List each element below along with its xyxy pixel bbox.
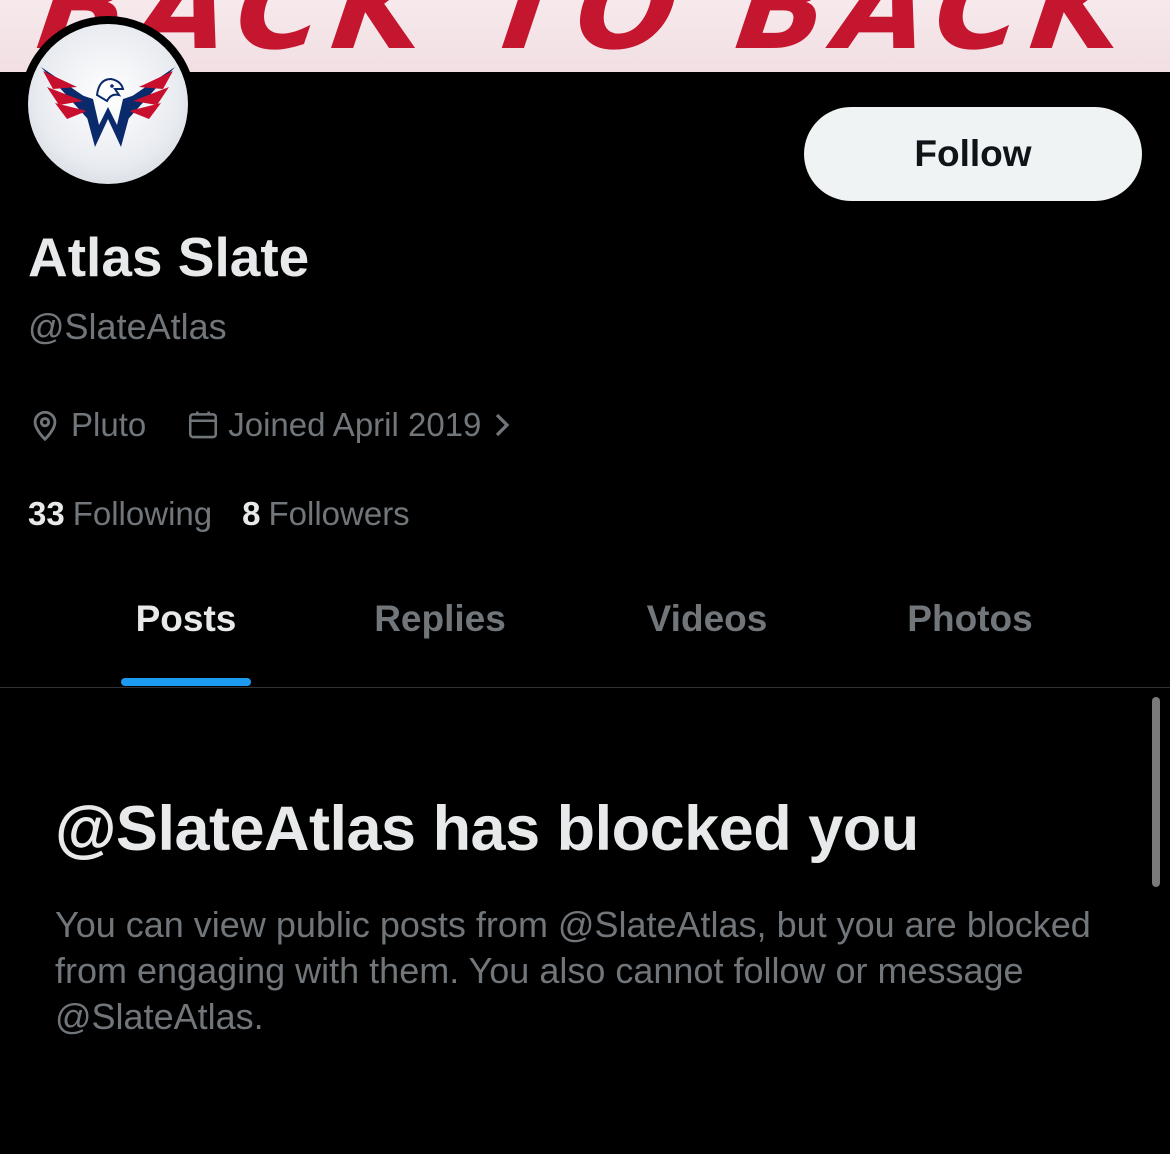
- followers-count: 8: [242, 495, 261, 532]
- profile-page: BACK TO BACK Follow Atlas Slate @SlateAt…: [0, 0, 1170, 1154]
- joined-text: Joined April 2019: [228, 406, 482, 443]
- chevron-right-icon: [491, 410, 513, 440]
- profile-meta: Pluto Joined April 2019: [28, 402, 513, 448]
- capitals-eagle-logo-icon: [28, 24, 188, 184]
- tabs-divider: [0, 687, 1170, 688]
- tab-photos[interactable]: Photos: [907, 598, 1032, 640]
- active-tab-indicator: [121, 678, 251, 686]
- banner-text: BACK TO BACK: [30, 0, 1145, 72]
- following-label: Following: [72, 495, 213, 532]
- tab-videos[interactable]: Videos: [647, 598, 768, 640]
- tab-replies[interactable]: Replies: [374, 598, 506, 640]
- location-pin-icon: [28, 408, 62, 442]
- tab-posts[interactable]: Posts: [136, 598, 237, 640]
- location: Pluto: [28, 406, 146, 444]
- joined-date[interactable]: Joined April 2019: [186, 406, 513, 444]
- following-link[interactable]: 33 Following: [28, 495, 212, 533]
- followers-label: Followers: [268, 495, 410, 532]
- calendar-icon: [186, 408, 220, 442]
- location-text: Pluto: [71, 406, 147, 443]
- followers-link[interactable]: 8 Followers: [242, 495, 410, 533]
- scrollbar[interactable]: [1152, 697, 1160, 887]
- following-count: 33: [28, 495, 65, 532]
- follow-button[interactable]: Follow: [804, 107, 1142, 201]
- blocked-title: @SlateAtlas has blocked you: [55, 794, 919, 864]
- avatar[interactable]: [20, 16, 196, 192]
- blocked-description: You can view public posts from @SlateAtl…: [55, 904, 1091, 1037]
- user-handle: @SlateAtlas: [28, 306, 227, 347]
- follow-stats: 33 Following 8 Followers: [28, 492, 410, 536]
- profile-tabs: Posts Replies Videos Photos: [0, 580, 1170, 687]
- display-name: Atlas Slate: [28, 226, 310, 288]
